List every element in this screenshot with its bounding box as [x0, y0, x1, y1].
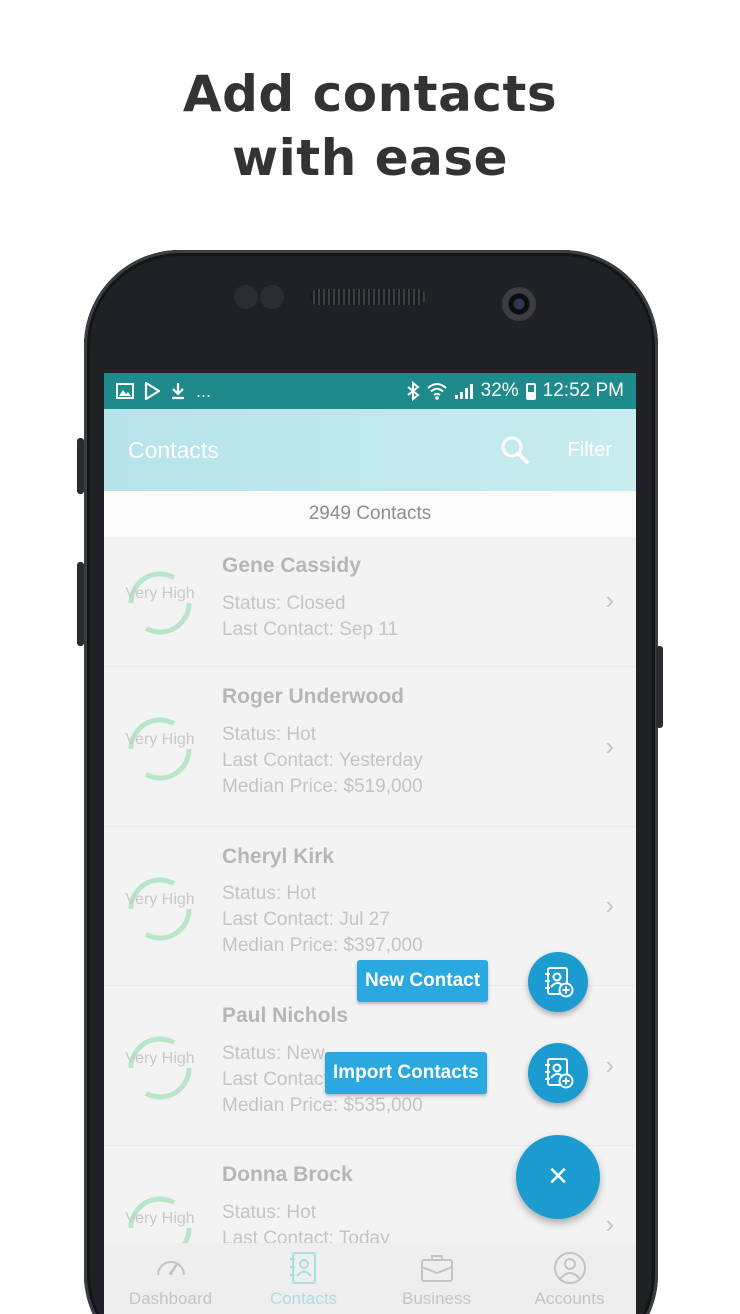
import-contacts-icon: [545, 1058, 574, 1089]
battery-percent: 32%: [480, 380, 519, 401]
score-ring-icon: [128, 717, 192, 781]
contact-name: Paul Nichols: [222, 1004, 349, 1027]
headline-line-1: Add contacts: [182, 65, 558, 123]
bluetooth-icon: [407, 381, 420, 401]
user-circle-icon: [553, 1252, 586, 1284]
power-button: [656, 646, 663, 728]
nav-item-dashboard[interactable]: Dashboard: [104, 1243, 237, 1314]
play-store-icon: [144, 382, 160, 400]
contact-name: Gene Cassidy: [222, 554, 361, 577]
list-item[interactable]: Very High Gene Cassidy Status: Closed La…: [104, 537, 636, 667]
battery-icon: [525, 382, 536, 400]
close-icon: ×: [548, 1157, 568, 1195]
headline-line-2: with ease: [231, 129, 509, 187]
signal-icon: [454, 384, 473, 399]
contact-status: Status: Hot: [222, 724, 316, 745]
nav-item-business[interactable]: Business: [370, 1243, 503, 1314]
close-fab-button[interactable]: ×: [516, 1135, 600, 1219]
chevron-right-icon: ›: [605, 731, 614, 761]
chevron-right-icon: ›: [605, 1209, 614, 1239]
page-title: Contacts: [128, 436, 219, 463]
bottom-nav: Dashboard Contacts Business Accounts: [104, 1243, 636, 1314]
contact-median-price: Median Price: $397,000: [222, 935, 423, 956]
clock: 12:52 PM: [542, 380, 624, 401]
contact-count: 2949 Contacts: [104, 491, 636, 537]
front-sensor: [234, 285, 258, 309]
contact-status: Status: Closed: [222, 593, 346, 614]
score-ring-icon: [128, 877, 192, 941]
score-label: Very High: [125, 1050, 195, 1067]
score-badge: Very High: [122, 869, 198, 945]
new-contact-label[interactable]: New Contact: [357, 960, 489, 1002]
system-indicators: 32% 12:52 PM: [406, 380, 624, 402]
nav-label: Dashboard: [128, 1289, 213, 1308]
chevron-right-icon: ›: [605, 890, 614, 920]
filter-button[interactable]: Filter: [568, 439, 612, 462]
image-icon: [116, 383, 134, 399]
score-label: Very High: [125, 1210, 195, 1227]
add-contact-icon: [545, 967, 574, 998]
search-icon[interactable]: [500, 435, 530, 465]
contact-name: Cheryl Kirk: [222, 845, 335, 868]
contact-last-contact: Last Contact: Yesterday: [222, 750, 423, 771]
contact-median-price: Median Price: $535,000: [222, 1095, 423, 1116]
contact-last-contact: Last Contact: Jul 27: [222, 909, 390, 930]
nav-item-contacts[interactable]: Contacts: [237, 1243, 370, 1314]
volume-up-button: [77, 438, 84, 494]
score-ring-icon: [128, 571, 192, 635]
contact-status: Status: Hot: [222, 883, 316, 904]
score-ring-icon: [128, 1036, 192, 1100]
notification-icons: ...: [116, 381, 211, 402]
volume-down-button: [77, 562, 84, 646]
contacts-book-icon: [289, 1252, 316, 1284]
app-bar: Contacts Filter: [104, 409, 636, 491]
contact-last-contact: Last Contact: Sep 11: [222, 619, 399, 640]
wifi-icon: [426, 383, 447, 400]
more-notifications: ...: [196, 380, 212, 401]
score-label: Very High: [125, 731, 195, 748]
import-contacts-button[interactable]: [528, 1043, 588, 1103]
contact-status: Status: Hot: [222, 1202, 316, 1223]
score-badge: Very High: [122, 563, 198, 639]
headline: Add contacts with ease: [0, 62, 740, 190]
chevron-right-icon: ›: [605, 585, 614, 615]
contact-median-price: Median Price: $519,000: [222, 776, 423, 797]
earpiece-speaker: [310, 289, 426, 305]
front-camera: [502, 287, 536, 321]
download-icon: [172, 383, 184, 400]
score-label: Very High: [125, 585, 195, 602]
import-contacts-label[interactable]: Import Contacts: [325, 1052, 487, 1094]
new-contact-button[interactable]: [528, 952, 588, 1012]
briefcase-icon: [420, 1255, 453, 1282]
nav-item-accounts[interactable]: Accounts: [503, 1243, 636, 1314]
score-badge: Very High: [122, 709, 198, 785]
score-badge: Very High: [122, 1028, 198, 1104]
chevron-right-icon: ›: [605, 1050, 614, 1080]
nav-label: Contacts: [269, 1289, 338, 1308]
nav-label: Business: [402, 1289, 471, 1308]
contact-status: Status: New: [222, 1043, 325, 1064]
front-sensor: [260, 285, 284, 309]
list-item[interactable]: Very High Roger Underwood Status: Hot La…: [104, 667, 636, 827]
contact-name: Roger Underwood: [222, 685, 404, 708]
score-label: Very High: [125, 891, 195, 908]
status-bar: ... 32% 12:52 PM: [104, 373, 636, 409]
contact-last-contact: Last Contact: [222, 1069, 329, 1090]
contact-name: Donna Brock: [222, 1163, 353, 1186]
speedometer-icon: [156, 1261, 185, 1276]
nav-label: Accounts: [534, 1289, 605, 1308]
